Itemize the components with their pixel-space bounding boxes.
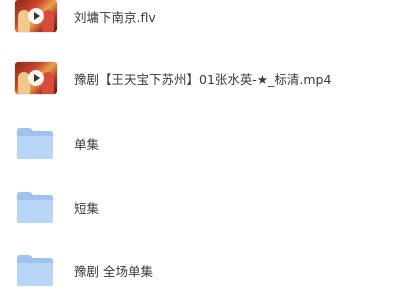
file-item-video[interactable]: 刘墉下南京.flv — [0, 0, 400, 42]
video-thumbnail — [15, 0, 57, 32]
file-item-folder[interactable]: 单集 — [0, 117, 400, 169]
video-thumbnail — [15, 62, 57, 94]
folder-name: 豫剧 全场单集 — [74, 263, 153, 279]
folder-name: 短集 — [74, 200, 100, 216]
file-list: 刘墉下南京.flv 豫剧【王天宝下苏州】01张水英-★_标清.mp4 单集 短集 — [0, 0, 400, 299]
file-name: 豫剧【王天宝下苏州】01张水英-★_标清.mp4 — [74, 71, 332, 87]
file-item-folder[interactable]: 短集 — [0, 181, 400, 233]
folder-name: 单集 — [74, 136, 100, 152]
folder-icon — [16, 253, 54, 287]
file-name: 刘墉下南京.flv — [74, 9, 156, 25]
folder-icon — [16, 126, 54, 160]
file-item-folder[interactable]: 豫剧 全场单集 — [0, 244, 400, 296]
folder-icon — [16, 190, 54, 224]
file-item-video[interactable]: 豫剧【王天宝下苏州】01张水英-★_标清.mp4 — [0, 52, 400, 104]
play-icon — [28, 70, 44, 86]
play-icon — [28, 8, 44, 24]
